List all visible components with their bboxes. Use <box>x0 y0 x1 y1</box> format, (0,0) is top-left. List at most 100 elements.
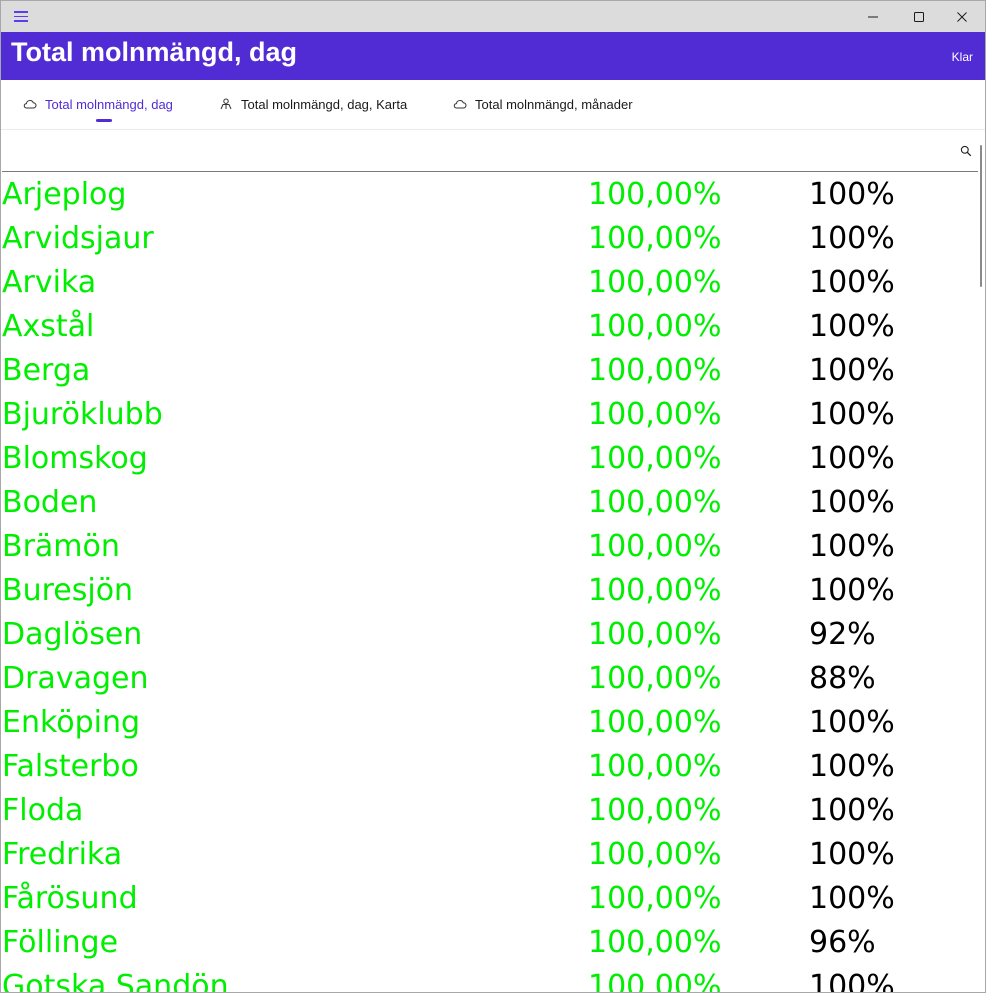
station-name: Arvika <box>2 265 97 300</box>
cloud-value: 100,00% <box>588 265 722 300</box>
tab-label: Total molnmängd, dag, Karta <box>241 97 408 112</box>
cloud-value: 100,00% <box>588 661 722 696</box>
list-item[interactable]: Axstål 100,00% 100% <box>1 305 979 349</box>
cloud-value: 100,00% <box>588 881 722 916</box>
list-item[interactable]: Arvidsjaur 100,00% 100% <box>1 217 979 261</box>
cloud-value: 100,00% <box>588 573 722 608</box>
list-item[interactable]: Berga 100,00% 100% <box>1 349 979 393</box>
cloud-percent: 100% <box>809 177 895 212</box>
station-name: Berga <box>2 353 91 388</box>
cloud-percent: 96% <box>809 925 876 960</box>
cloud-percent: 92% <box>809 617 876 652</box>
list-item[interactable]: Gotska Sandön 100,00% 100% <box>1 965 979 992</box>
cloud-percent: 100% <box>809 441 895 476</box>
page-header: Total molnmängd, dag Klar <box>1 32 985 80</box>
list-item[interactable]: Arvika 100,00% 100% <box>1 261 979 305</box>
list-item[interactable]: Fredrika 100,00% 100% <box>1 833 979 877</box>
station-name: Boden <box>2 485 98 520</box>
cloud-percent: 100% <box>809 529 895 564</box>
cloud-percent: 100% <box>809 969 895 992</box>
cloud-percent: 100% <box>809 705 895 740</box>
station-name: Fredrika <box>2 837 123 872</box>
title-bar <box>1 1 985 32</box>
cloud-percent: 100% <box>809 793 895 828</box>
cloud-percent: 100% <box>809 397 895 432</box>
map-people-icon <box>220 98 232 110</box>
list-item[interactable]: Dravagen 100,00% 88% <box>1 657 979 701</box>
station-name: Axstål <box>2 309 95 344</box>
cloud-value: 100,00% <box>588 397 722 432</box>
list-item[interactable]: Enköping 100,00% 100% <box>1 701 979 745</box>
cloud-percent: 100% <box>809 837 895 872</box>
close-button[interactable] <box>939 1 985 32</box>
cloud-value: 100,00% <box>588 309 722 344</box>
minimize-button[interactable] <box>850 1 896 32</box>
station-name: Dravagen <box>2 661 149 696</box>
tab-bar: Total molnmängd, dag Total molnmängd, da… <box>1 80 985 130</box>
station-name: Blomskog <box>2 441 148 476</box>
list-item[interactable]: Bjuröklubb 100,00% 100% <box>1 393 979 437</box>
station-list: Arjeplog 100,00% 100% Arvidsjaur 100,00% 100%… <box>1 173 979 992</box>
tab-label: Total molnmängd, dag <box>45 97 173 112</box>
list-item[interactable]: Blomskog 100,00% 100% <box>1 437 979 481</box>
cloud-value: 100,00% <box>588 529 722 564</box>
list-item[interactable]: Boden 100,00% 100% <box>1 481 979 525</box>
minimize-icon <box>868 16 878 18</box>
list-item[interactable]: Fårösund 100,00% 100% <box>1 877 979 921</box>
list-item[interactable]: Brämön 100,00% 100% <box>1 525 979 569</box>
list-item[interactable]: Floda 100,00% 100% <box>1 789 979 833</box>
cloud-percent: 100% <box>809 353 895 388</box>
list-item[interactable]: Falsterbo 100,00% 100% <box>1 745 979 789</box>
list-item[interactable]: Arjeplog 100,00% 100% <box>1 173 979 217</box>
station-name: Fårösund <box>2 881 138 916</box>
station-name: Gotska Sandön <box>2 969 229 992</box>
cloud-percent: 100% <box>809 265 895 300</box>
list-item[interactable]: Buresjön 100,00% 100% <box>1 569 979 613</box>
station-name: Bjuröklubb <box>2 397 163 432</box>
list-item[interactable]: Föllinge 100,00% 96% <box>1 921 979 965</box>
search-icon[interactable] <box>960 145 972 157</box>
list-item[interactable]: Daglösen 100,00% 92% <box>1 613 979 657</box>
station-name: Daglösen <box>2 617 143 652</box>
cloud-value: 100,00% <box>588 749 722 784</box>
tab-label: Total molnmängd, månader <box>475 97 633 112</box>
station-name: Falsterbo <box>2 749 139 784</box>
station-name: Arvidsjaur <box>2 221 154 256</box>
cloud-percent: 88% <box>809 661 876 696</box>
cloud-icon <box>453 100 467 109</box>
cloud-value: 100,00% <box>588 705 722 740</box>
scrollbar-thumb[interactable] <box>980 145 982 287</box>
station-name: Floda <box>2 793 84 828</box>
cloud-value: 100,00% <box>588 353 722 388</box>
done-button[interactable]: Klar <box>952 50 973 64</box>
cloud-percent: 100% <box>809 485 895 520</box>
cloud-value: 100,00% <box>588 177 722 212</box>
cloud-value: 100,00% <box>588 441 722 476</box>
station-name: Enköping <box>2 705 141 740</box>
maximize-button[interactable] <box>896 1 942 32</box>
scrollbar[interactable] <box>979 145 983 991</box>
cloud-value: 100,00% <box>588 837 722 872</box>
page-title: Total molnmängd, dag <box>11 37 297 67</box>
station-name: Arjeplog <box>2 177 127 212</box>
hamburger-menu-icon[interactable] <box>14 11 28 22</box>
app-window: Total molnmängd, dag Klar Total molnmäng… <box>0 0 986 993</box>
search-input[interactable] <box>6 139 940 163</box>
cloud-percent: 100% <box>809 749 895 784</box>
close-icon <box>957 12 967 22</box>
station-name: Brämön <box>2 529 120 564</box>
cloud-value: 100,00% <box>588 969 722 992</box>
station-name: Buresjön <box>2 573 134 608</box>
cloud-percent: 100% <box>809 309 895 344</box>
cloud-value: 100,00% <box>588 793 722 828</box>
search-bar <box>2 131 978 172</box>
cloud-percent: 100% <box>809 881 895 916</box>
cloud-value: 100,00% <box>588 925 722 960</box>
cloud-percent: 100% <box>809 573 895 608</box>
cloud-value: 100,00% <box>588 485 722 520</box>
cloud-value: 100,00% <box>588 617 722 652</box>
maximize-icon <box>914 12 924 22</box>
active-tab-indicator <box>96 119 112 122</box>
cloud-percent: 100% <box>809 221 895 256</box>
station-name: Föllinge <box>2 925 119 960</box>
